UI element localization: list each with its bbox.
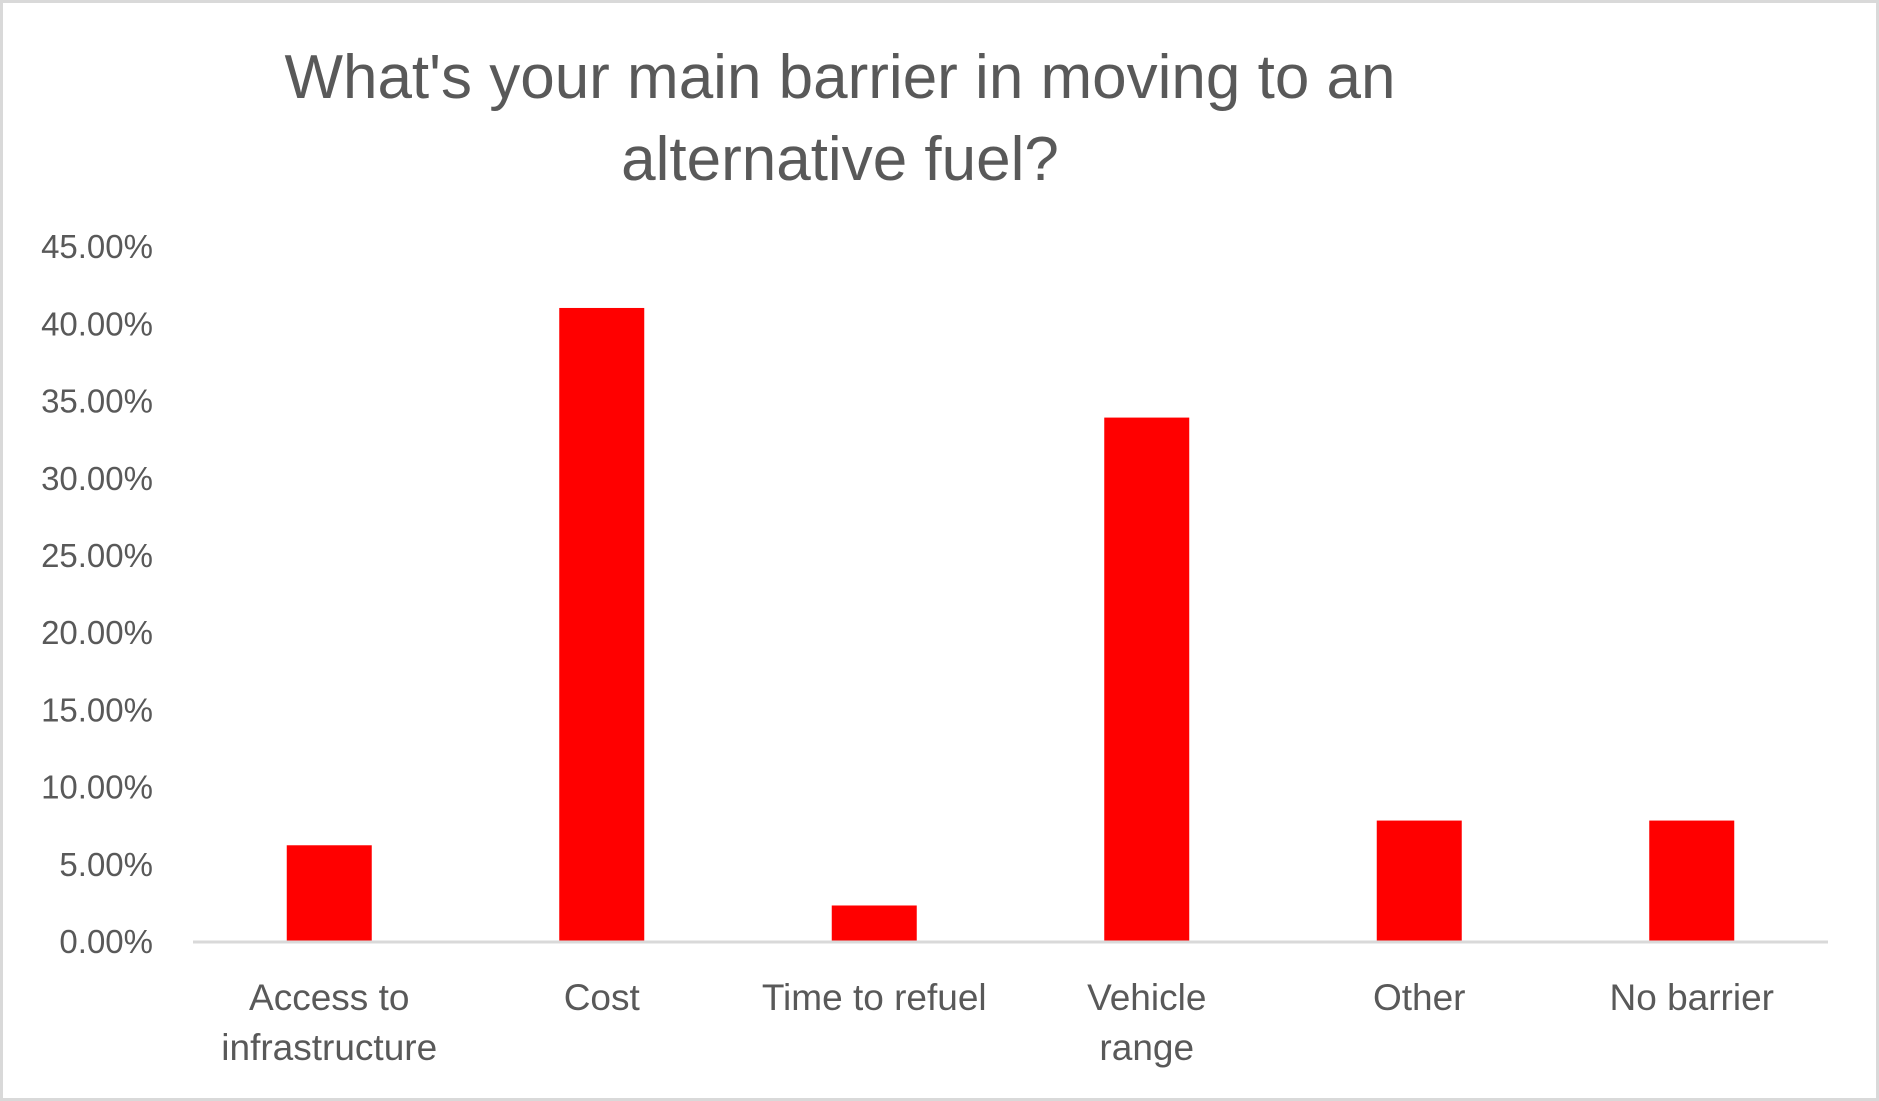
y-tick-label: 0.00% (59, 923, 153, 960)
bar (1376, 820, 1462, 941)
y-tick-label: 35.00% (41, 383, 153, 420)
chart-frame: What's your main barrier in moving to an… (0, 0, 1879, 1101)
y-tick-label: 30.00% (41, 460, 153, 497)
x-category-label: No barrier (1610, 977, 1775, 1018)
bars (286, 307, 1735, 942)
bar (1649, 820, 1735, 941)
y-tick-label: 45.00% (41, 228, 153, 265)
bar (286, 845, 372, 941)
y-tick-label: 15.00% (41, 691, 153, 728)
x-category-label: Other (1373, 977, 1466, 1018)
bar (831, 905, 917, 941)
chart-title-line: What's your main barrier in moving to an (284, 43, 1395, 112)
y-axis-tick-labels: 0.00% 5.00% 10.00% 15.00% 20.00% 25.00% 30.00%… (41, 228, 153, 960)
x-category-label: range (1099, 1027, 1194, 1068)
x-axis-category-labels: Access to infrastructure Cost Time to refue… (221, 977, 1774, 1068)
x-category-label: Cost (564, 977, 641, 1018)
y-tick-label: 40.00% (41, 305, 153, 342)
chart-title-line: alternative fuel? (621, 125, 1059, 194)
y-tick-label: 20.00% (41, 614, 153, 651)
bar-chart: What's your main barrier in moving to an… (41, 43, 1828, 1068)
y-tick-label: 10.00% (41, 769, 153, 806)
chart-title: What's your main barrier in moving to an… (284, 43, 1395, 194)
x-category-label: Vehicle (1087, 977, 1206, 1018)
x-category-label: infrastructure (221, 1027, 437, 1068)
y-tick-label: 25.00% (41, 537, 153, 574)
bar (1104, 417, 1190, 942)
x-category-label: Access to (249, 977, 409, 1018)
x-category-label: Time to refuel (762, 977, 987, 1018)
bar (559, 307, 645, 942)
y-tick-label: 5.00% (59, 846, 153, 883)
